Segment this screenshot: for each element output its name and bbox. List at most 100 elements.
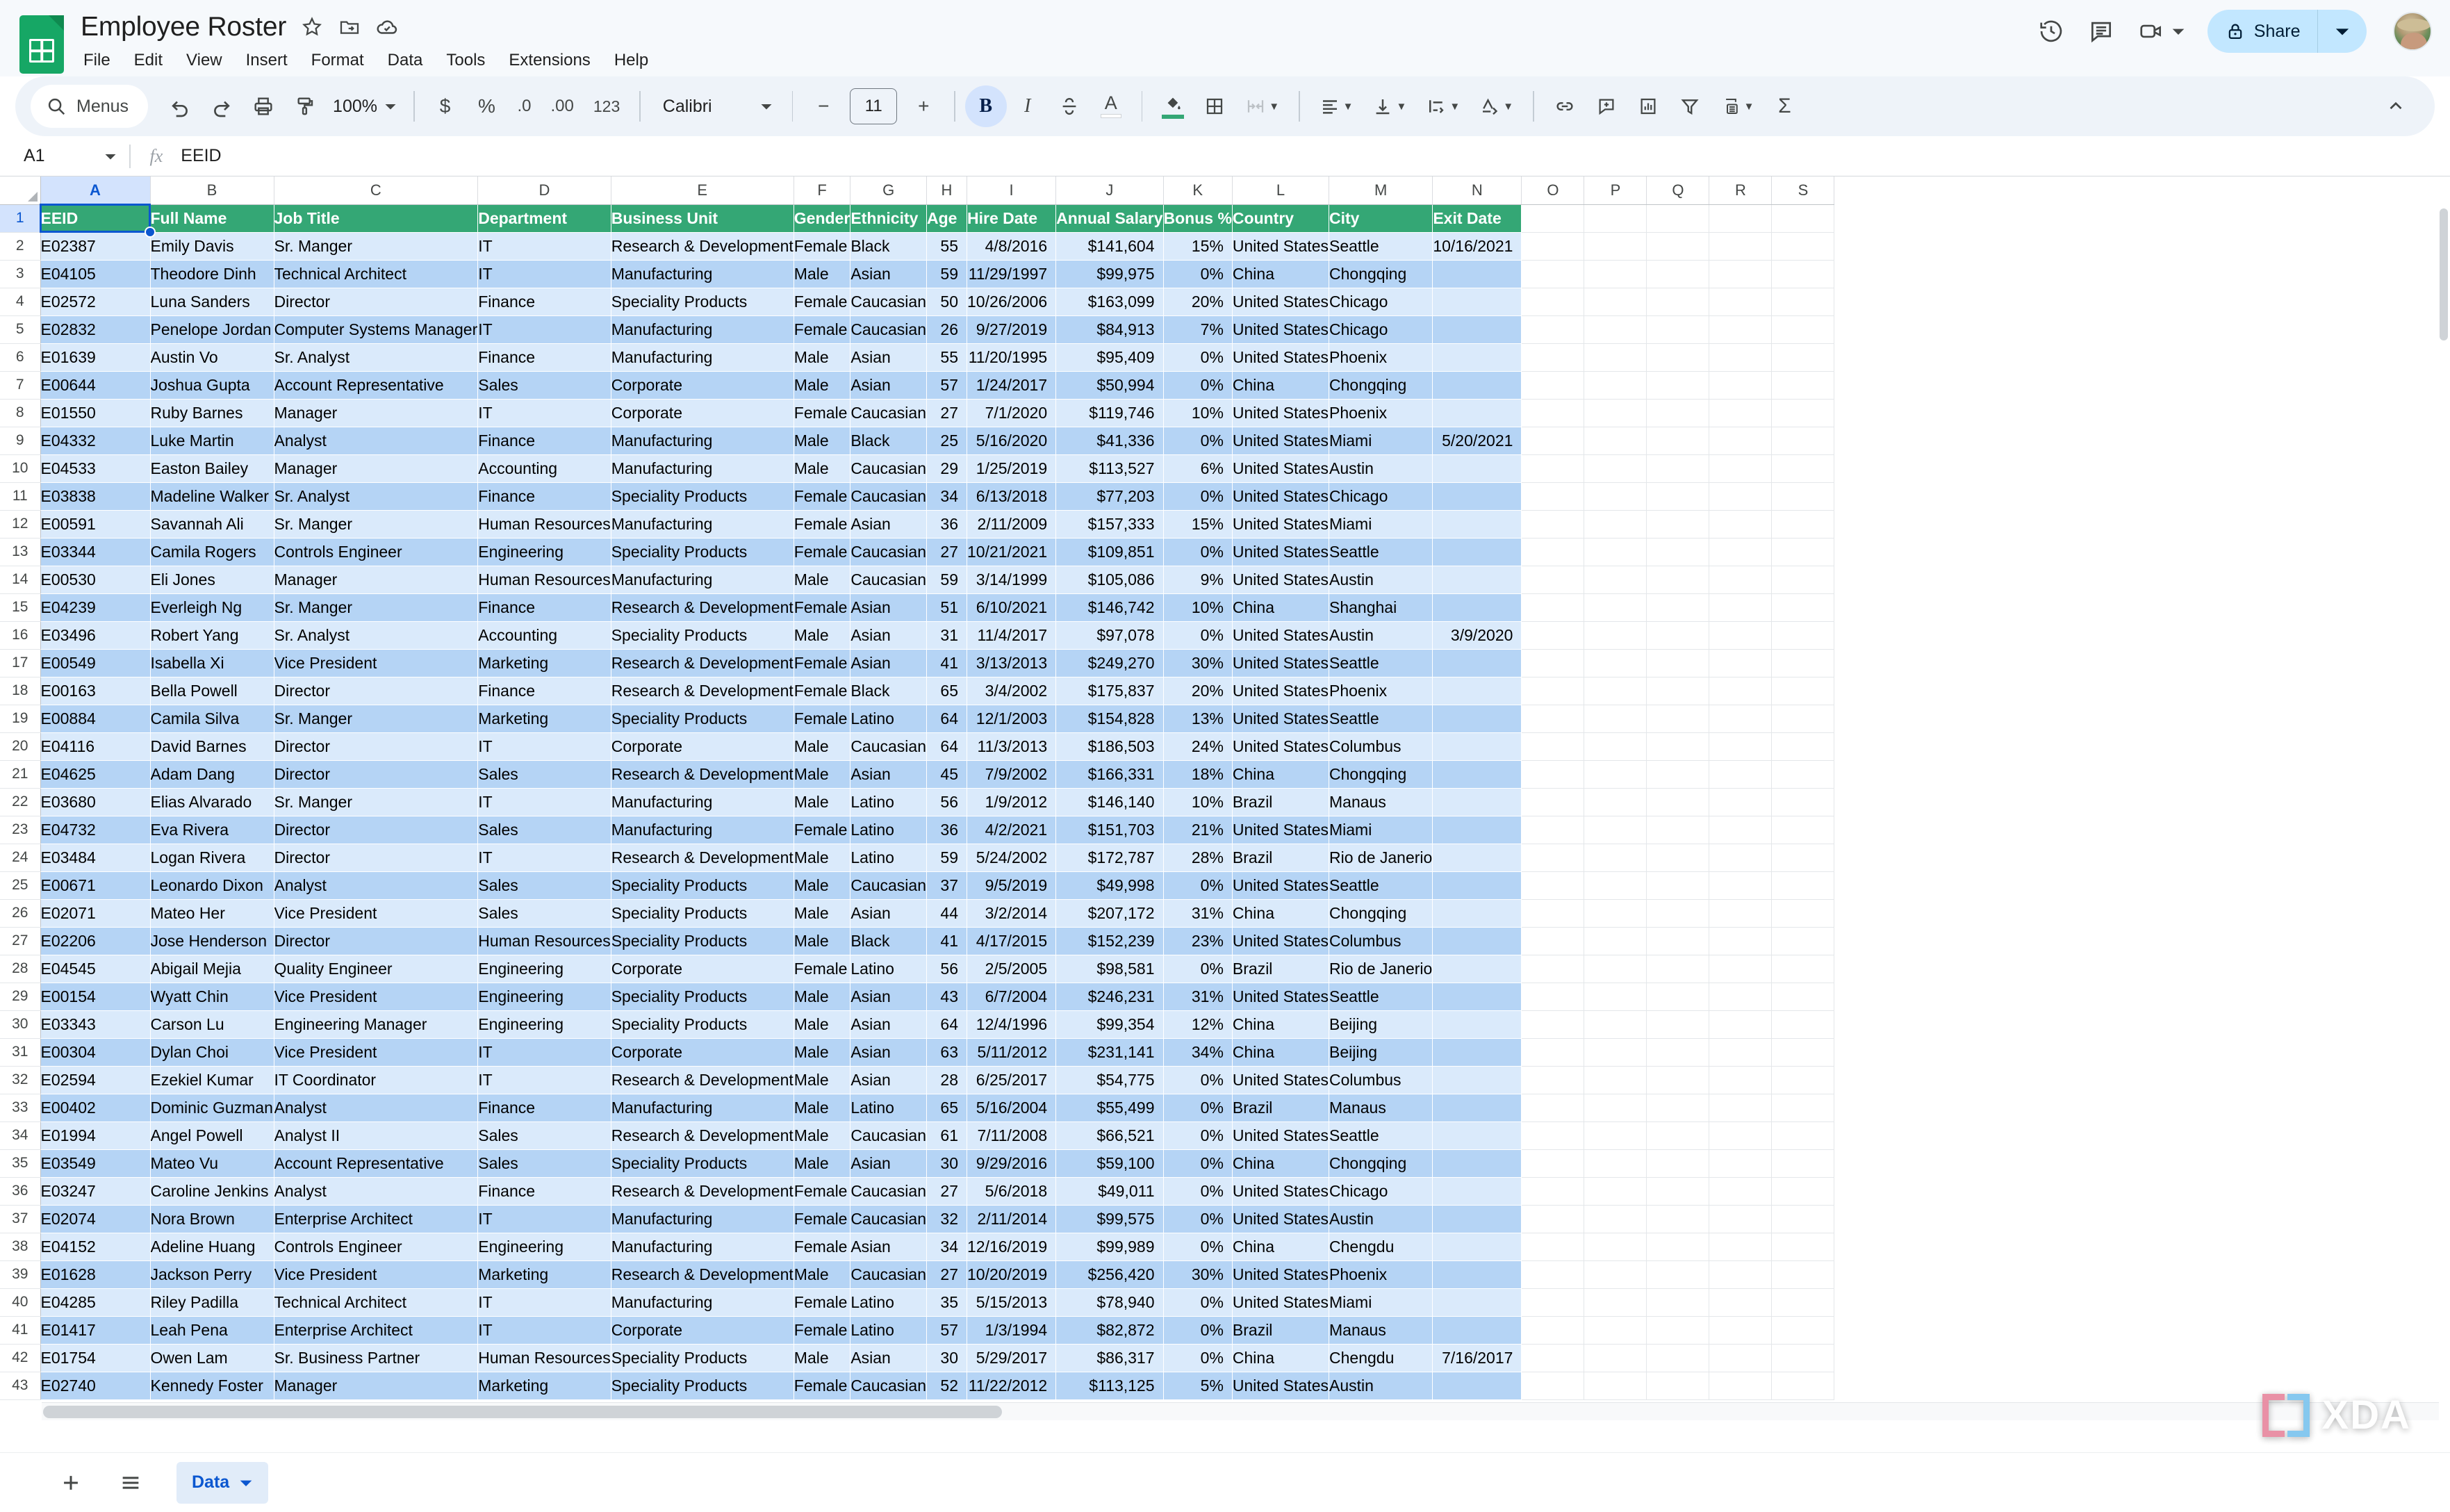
data-cell[interactable]: Vice President	[274, 1038, 479, 1067]
empty-cell[interactable]	[1584, 1205, 1647, 1233]
data-cell[interactable]: Director	[274, 816, 479, 844]
empty-cell[interactable]	[1584, 899, 1647, 928]
data-cell[interactable]: $256,420	[1055, 1260, 1164, 1289]
row-header-5[interactable]: 5	[0, 315, 41, 344]
data-cell[interactable]: 65	[926, 677, 967, 705]
more-formats-button[interactable]: 123	[584, 85, 630, 127]
data-cell[interactable]: Female	[794, 649, 851, 677]
data-cell[interactable]: 5/11/2012	[967, 1038, 1057, 1067]
data-cell[interactable]: 20%	[1163, 677, 1233, 705]
data-cell[interactable]: 27	[926, 399, 967, 427]
data-cell[interactable]: Research & Development	[611, 649, 794, 677]
data-cell[interactable]: 5/6/2018	[967, 1177, 1057, 1206]
empty-cell[interactable]	[1709, 454, 1773, 483]
data-cell[interactable]: Sr. Analyst	[274, 482, 479, 511]
empty-cell[interactable]	[1771, 1177, 1835, 1206]
text-wrap-icon[interactable]: ▼	[1416, 85, 1470, 127]
empty-cell[interactable]	[1521, 1149, 1585, 1178]
data-cell[interactable]: Marketing	[477, 705, 611, 733]
data-cell[interactable]: Female	[794, 510, 851, 539]
data-cell[interactable]: 0%	[1163, 371, 1233, 400]
data-cell[interactable]: 7%	[1163, 315, 1233, 344]
data-cell[interactable]: Female	[794, 315, 851, 344]
data-cell[interactable]: 0%	[1163, 427, 1233, 455]
empty-cell[interactable]	[1709, 538, 1773, 566]
data-cell[interactable]: Account Representative	[274, 1149, 479, 1178]
data-cell[interactable]: 9/29/2016	[967, 1149, 1057, 1178]
data-cell[interactable]: 13%	[1163, 705, 1233, 733]
data-cell[interactable]: Manager	[274, 1372, 479, 1400]
data-cell[interactable]: $82,872	[1055, 1316, 1164, 1345]
column-title-cell[interactable]: Country	[1232, 204, 1330, 233]
insert-link-icon[interactable]	[1544, 85, 1586, 127]
data-cell[interactable]: Marketing	[477, 1372, 611, 1400]
empty-cell[interactable]	[1521, 371, 1585, 400]
row-header-10[interactable]: 10	[0, 454, 41, 483]
data-cell[interactable]: Columbus	[1329, 732, 1433, 761]
empty-cell[interactable]	[1584, 760, 1647, 789]
horizontal-scrollbar[interactable]	[42, 1402, 2439, 1420]
merge-cells-icon[interactable]: ▼	[1235, 85, 1289, 127]
empty-cell[interactable]	[1521, 871, 1585, 900]
data-cell[interactable]: 0%	[1163, 260, 1233, 288]
column-title-cell[interactable]: Ethnicity	[850, 204, 927, 233]
data-cell[interactable]: Asian	[850, 899, 927, 928]
data-cell[interactable]: Female	[794, 816, 851, 844]
data-cell[interactable]: Female	[794, 705, 851, 733]
row-header-32[interactable]: 32	[0, 1066, 41, 1094]
empty-cell[interactable]	[1584, 871, 1647, 900]
empty-cell[interactable]	[1646, 1260, 1710, 1289]
data-cell[interactable]: 34	[926, 482, 967, 511]
data-cell[interactable]: Manager	[274, 399, 479, 427]
data-cell[interactable]: Sales	[477, 1121, 611, 1150]
data-cell[interactable]: Sales	[477, 816, 611, 844]
data-cell[interactable]: Research & Development	[611, 677, 794, 705]
data-cell[interactable]: 27	[926, 1177, 967, 1206]
data-cell[interactable]: Male	[794, 343, 851, 372]
row-header-35[interactable]: 35	[0, 1149, 41, 1178]
data-cell[interactable]: 10%	[1163, 593, 1233, 622]
empty-cell[interactable]	[1646, 844, 1710, 872]
data-cell[interactable]: Caucasian	[850, 1372, 927, 1400]
data-cell[interactable]: $154,828	[1055, 705, 1164, 733]
data-cell[interactable]: E02594	[40, 1066, 151, 1094]
data-cell[interactable]: 0%	[1163, 1121, 1233, 1150]
data-cell[interactable]: Caucasian	[850, 566, 927, 594]
data-cell[interactable]: Speciality Products	[611, 1372, 794, 1400]
row-header-38[interactable]: 38	[0, 1233, 41, 1261]
empty-cell[interactable]	[1584, 1177, 1647, 1206]
data-cell[interactable]: IT	[477, 1205, 611, 1233]
data-cell[interactable]: China	[1232, 760, 1330, 789]
empty-cell[interactable]	[1709, 1260, 1773, 1289]
row-header-13[interactable]: 13	[0, 538, 41, 566]
data-cell[interactable]: 6%	[1163, 454, 1233, 483]
data-cell[interactable]: Leah Pena	[150, 1316, 274, 1345]
empty-cell[interactable]	[1709, 621, 1773, 650]
data-cell[interactable]: Research & Development	[611, 1260, 794, 1289]
menu-help[interactable]: Help	[613, 47, 650, 74]
column-header-n[interactable]: N	[1432, 176, 1522, 205]
data-cell[interactable]: Director	[274, 288, 479, 316]
data-cell[interactable]	[1432, 315, 1522, 344]
menu-insert[interactable]: Insert	[245, 47, 289, 74]
data-cell[interactable]: 30	[926, 1344, 967, 1372]
menus-search-button[interactable]: Menus	[31, 85, 149, 128]
empty-cell[interactable]	[1771, 927, 1835, 955]
data-cell[interactable]: E00671	[40, 871, 151, 900]
data-cell[interactable]: Sr. Manger	[274, 232, 479, 261]
empty-cell[interactable]	[1771, 760, 1835, 789]
data-cell[interactable]: 10/20/2019	[967, 1260, 1057, 1289]
data-cell[interactable]: 2/11/2014	[967, 1205, 1057, 1233]
empty-cell[interactable]	[1521, 1121, 1585, 1150]
data-cell[interactable]	[1432, 927, 1522, 955]
data-cell[interactable]: E03838	[40, 482, 151, 511]
data-cell[interactable]: Corporate	[611, 732, 794, 761]
data-cell[interactable]: 64	[926, 732, 967, 761]
data-cell[interactable]: E04152	[40, 1233, 151, 1261]
data-cell[interactable]: United States	[1232, 1121, 1330, 1150]
empty-cell[interactable]	[1709, 760, 1773, 789]
empty-cell[interactable]	[1584, 1233, 1647, 1261]
empty-cell[interactable]	[1521, 1094, 1585, 1122]
data-cell[interactable]: 6/25/2017	[967, 1066, 1057, 1094]
empty-cell[interactable]	[1771, 899, 1835, 928]
